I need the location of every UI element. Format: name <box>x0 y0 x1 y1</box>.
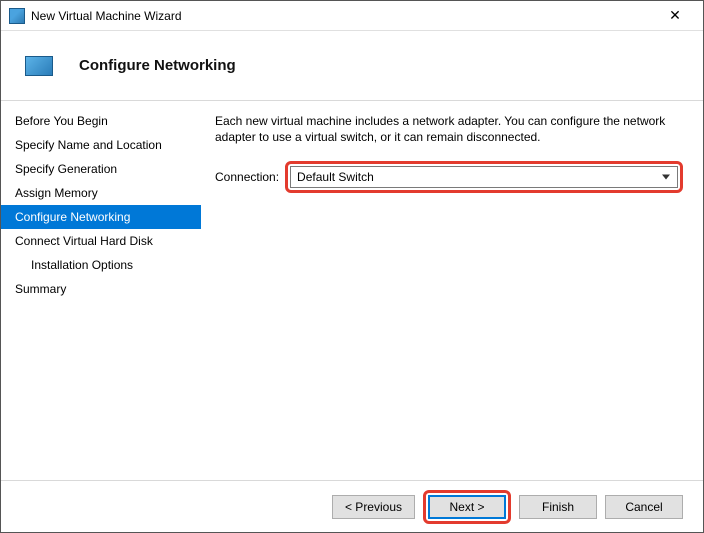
finish-button[interactable]: Finish <box>519 495 597 519</box>
app-icon <box>9 8 25 24</box>
connection-label: Connection: <box>215 170 279 184</box>
sidebar-step-installation-options[interactable]: Installation Options <box>1 253 201 277</box>
wizard-steps-sidebar: Before You Begin Specify Name and Locati… <box>1 101 201 480</box>
description-text: Each new virtual machine includes a netw… <box>215 113 683 145</box>
sidebar-step-specify-name-location[interactable]: Specify Name and Location <box>1 133 201 157</box>
cancel-button[interactable]: Cancel <box>605 495 683 519</box>
connection-select-highlight: Default Switch <box>285 161 683 193</box>
wizard-footer: < Previous Next > Finish Cancel <box>1 480 703 532</box>
connection-select[interactable]: Default Switch <box>290 166 678 188</box>
sidebar-step-connect-vhd[interactable]: Connect Virtual Hard Disk <box>1 229 201 253</box>
wizard-content: Each new virtual machine includes a netw… <box>201 101 703 480</box>
sidebar-step-specify-generation[interactable]: Specify Generation <box>1 157 201 181</box>
sidebar-step-summary[interactable]: Summary <box>1 277 201 301</box>
sidebar-step-configure-networking[interactable]: Configure Networking <box>1 205 201 229</box>
close-icon[interactable]: ✕ <box>655 2 695 30</box>
wizard-body: Before You Begin Specify Name and Locati… <box>1 101 703 480</box>
next-button[interactable]: Next > <box>428 495 506 519</box>
sidebar-step-before-you-begin[interactable]: Before You Begin <box>1 109 201 133</box>
wizard-window: New Virtual Machine Wizard ✕ Configure N… <box>0 0 704 533</box>
wizard-header: Configure Networking <box>1 31 703 101</box>
page-title: Configure Networking <box>79 57 236 74</box>
next-button-highlight: Next > <box>423 490 511 524</box>
sidebar-step-assign-memory[interactable]: Assign Memory <box>1 181 201 205</box>
previous-button[interactable]: < Previous <box>332 495 415 519</box>
window-title: New Virtual Machine Wizard <box>31 9 655 23</box>
header-icon <box>25 56 53 76</box>
titlebar: New Virtual Machine Wizard ✕ <box>1 1 703 31</box>
connection-row: Connection: Default Switch <box>215 161 683 193</box>
